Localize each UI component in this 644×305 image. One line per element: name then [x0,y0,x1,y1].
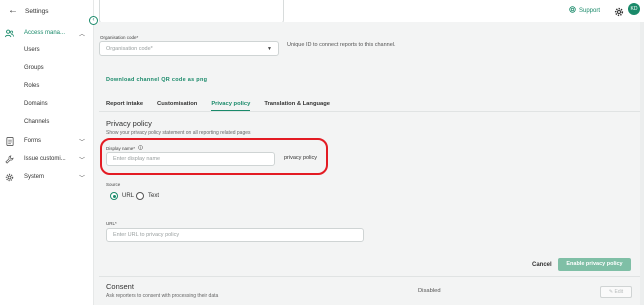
sidebar-item-access-management[interactable]: Access mana... ︿ [0,26,94,40]
sidebar-subitem-groups[interactable]: Groups [24,65,44,71]
sidebar-subitem-users[interactable]: Users [24,47,40,53]
org-code-placeholder: Organisation code* [106,45,153,52]
enable-privacy-policy-button[interactable]: Enable privacy policy [558,258,631,271]
support-link[interactable]: Support [569,6,600,15]
sidebar-item-label: Issue customi... [24,156,66,162]
sidebar-item-issue-customisation[interactable]: Issue customi... ﹀ [0,152,94,166]
consent-title: Consent [106,282,134,291]
edit-consent-button[interactable]: ✎ Edit [600,286,632,298]
avatar[interactable]: KD [628,3,640,15]
radio-button[interactable] [136,192,144,200]
chevron-down-icon[interactable]: ﹀ [79,173,85,182]
consent-description: Ask reporters to consent with processing… [106,293,219,299]
scrollbar[interactable] [640,22,644,305]
pencil-icon: ✎ [608,289,614,295]
privacy-policy-description: Show your privacy policy statement on al… [106,130,251,136]
highlight-annotation [100,138,328,175]
download-qr-link[interactable]: Download channel QR code as png [106,77,207,83]
privacy-policy-title: Privacy policy [106,119,152,128]
document-icon [5,136,14,146]
org-code-select[interactable]: Organisation code* ▼ [99,41,279,56]
source-option-label: Text [148,193,160,199]
edit-label: Edit [614,289,624,295]
source-label: Source [106,182,121,187]
radio-button[interactable] [110,192,118,200]
sidebar-item-label: System [24,174,45,180]
support-label: Support [579,7,601,14]
sidebar-item-system[interactable]: System ﹀ [0,170,94,184]
tabs-divider [99,111,644,112]
users-icon [5,29,14,38]
sidebar-subitem-domains[interactable]: Domains [24,101,48,107]
chevron-down-icon[interactable]: ﹀ [79,155,85,164]
section-divider [99,276,644,277]
url-placeholder: Enter URL to privacy policy [113,232,180,238]
gear-icon [5,173,14,182]
lifebuoy-icon [569,6,576,15]
org-code-hint: Unique ID to connect reports to this cha… [287,42,396,48]
wrench-icon [5,155,14,164]
sidebar-subitem-channels[interactable]: Channels [24,119,49,125]
top-bar: Support KD [94,0,644,24]
sidebar-item-label: Access mana... [24,30,66,36]
sidebar: ← Settings Access mana... ︿ Users Groups… [0,0,94,305]
back-to-settings[interactable]: ← Settings [8,6,49,16]
consent-status: Disabled [418,288,441,294]
sidebar-item-forms[interactable]: Forms ﹀ [0,134,94,148]
settings-title: Settings [25,7,49,15]
source-option-text[interactable]: Text [136,192,159,200]
chevron-down-icon[interactable]: ﹀ [79,137,85,146]
cancel-button[interactable]: Cancel [532,262,552,268]
gear-icon[interactable] [614,4,624,17]
previous-field[interactable] [99,0,284,24]
org-code-label: Organisation code* [100,35,139,40]
sidebar-collapse-button[interactable]: ‹ [89,16,98,25]
source-option-url[interactable]: URL [110,192,134,200]
url-label: URL* [106,221,117,226]
sidebar-subitem-roles[interactable]: Roles [24,83,39,89]
chevron-up-icon[interactable]: ︿ [79,29,85,38]
arrow-left-icon[interactable]: ← [8,6,18,16]
caret-down-icon: ▼ [267,45,272,52]
source-option-label: URL [122,193,135,199]
sidebar-item-label: Forms [24,138,41,144]
url-input[interactable]: Enter URL to privacy policy [106,228,364,242]
main-content: Organisation code* Organisation code* ▼ … [94,22,644,305]
